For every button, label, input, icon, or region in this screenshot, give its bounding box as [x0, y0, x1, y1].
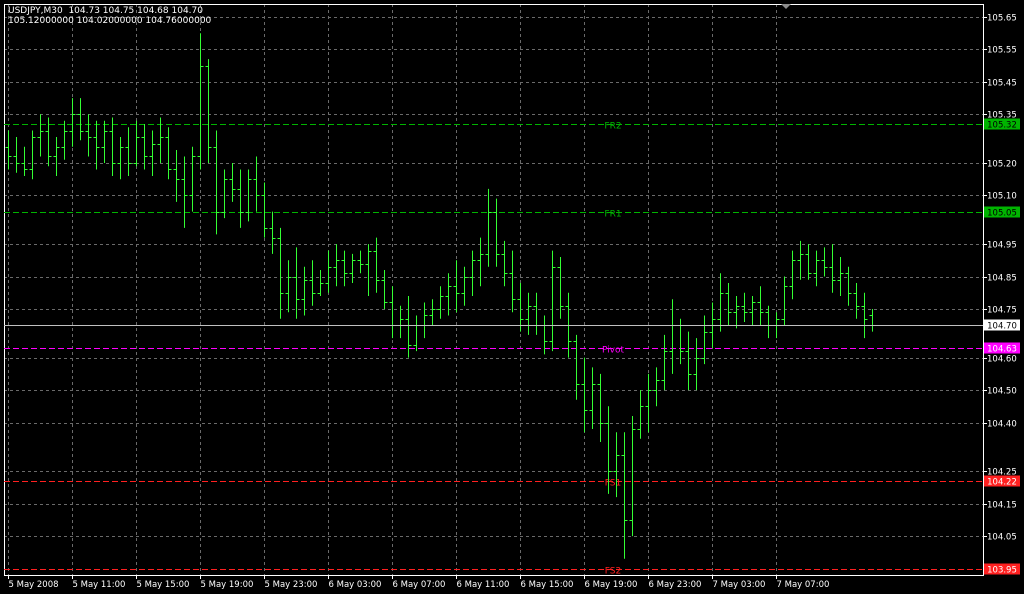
trading-chart-window[interactable]: 105.65 105.55 105.45 105.35 105.20 105.10 104.…: [0, 0, 1024, 594]
y-tick-label: 104.95: [987, 241, 1017, 251]
bid-price-tag-text: 104.70: [987, 322, 1017, 332]
level-label-pivot: Pivot: [602, 346, 625, 356]
level-price-tag-text: 104.22: [987, 478, 1017, 488]
level-price-tag-text: 104.63: [987, 345, 1017, 355]
chart-frame: [4, 4, 984, 576]
price-chart[interactable]: 105.65105.55105.45105.35105.20105.10104.…: [0, 0, 1024, 594]
y-tick-label: 105.20: [987, 160, 1017, 170]
symbol-timeframe: USDJPY,M30: [8, 6, 63, 16]
y-tick-label: 104.60: [987, 355, 1017, 365]
ohlc-values: 104.73 104.75 104.68 104.70: [68, 6, 203, 16]
y-tick-label: 105.65: [987, 14, 1017, 24]
level-label-fs2: FS2: [605, 567, 621, 577]
y-tick-label: 105.55: [987, 46, 1017, 56]
x-tick-label: 5 May 15:00: [137, 580, 190, 590]
chart-header: USDJPY,M30 104.73 104.75 104.68 104.70: [8, 6, 203, 16]
level-price-tag-text: 105.32: [987, 121, 1017, 131]
x-tick-label: 7 May 03:00: [713, 580, 766, 590]
y-tick-label: 104.75: [987, 306, 1017, 316]
level-label-fs1: FS1: [605, 479, 621, 489]
x-tick-label: 5 May 2008: [9, 580, 59, 590]
x-tick-label: 6 May 19:00: [585, 580, 638, 590]
level-label-fr1: FR1: [604, 210, 621, 220]
x-tick-label: 5 May 19:00: [201, 580, 254, 590]
y-tick-label: 105.10: [987, 192, 1017, 202]
x-tick-label: 5 May 23:00: [265, 580, 318, 590]
x-tick-label: 7 May 07:00: [777, 580, 830, 590]
y-tick-label: 104.50: [987, 387, 1017, 397]
y-tick-label: 104.40: [987, 420, 1017, 430]
y-tick-label: 104.15: [987, 501, 1017, 511]
x-tick-label: 5 May 11:00: [73, 580, 126, 590]
x-tick-label: 6 May 07:00: [393, 580, 446, 590]
y-tick-label: 104.05: [987, 533, 1017, 543]
x-tick-label: 6 May 15:00: [521, 580, 574, 590]
x-tick-label: 6 May 03:00: [329, 580, 382, 590]
level-price-tag-text: 103.95: [987, 566, 1017, 576]
y-tick-label: 105.45: [987, 79, 1017, 89]
level-label-fr2: FR2: [604, 122, 621, 132]
x-tick-label: 6 May 11:00: [457, 580, 510, 590]
x-tick-label: 6 May 23:00: [649, 580, 702, 590]
indicator-values: 105.12000000 104.02000000 104.76000000: [8, 16, 212, 26]
level-price-tag-text: 105.05: [987, 209, 1017, 219]
chart-shift-marker-icon[interactable]: [781, 4, 791, 9]
y-tick-label: 104.85: [987, 274, 1017, 284]
